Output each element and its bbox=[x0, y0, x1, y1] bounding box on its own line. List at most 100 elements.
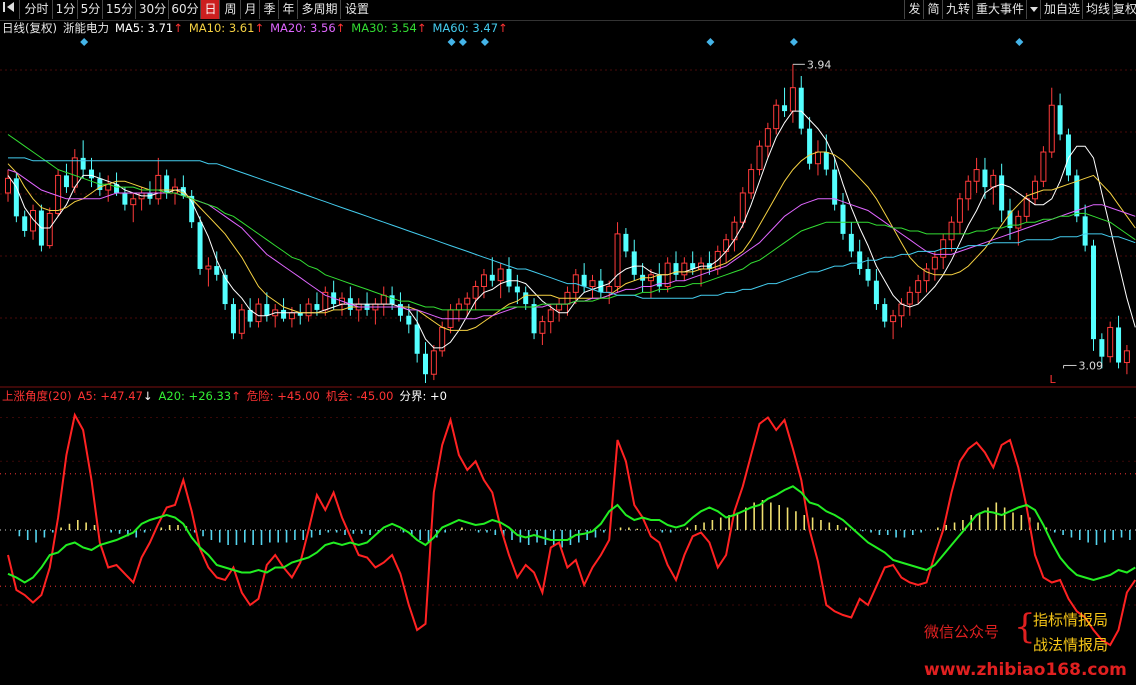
candle-body bbox=[589, 280, 596, 288]
jian-button[interactable]: 简 bbox=[923, 0, 943, 19]
candle-body bbox=[489, 274, 495, 281]
a20-arrow: ↑ bbox=[231, 389, 241, 403]
candle-body bbox=[255, 303, 262, 323]
fuquan-button[interactable]: 复权 bbox=[1112, 0, 1136, 19]
candle-body bbox=[999, 175, 1005, 211]
tab-day[interactable]: 日 bbox=[200, 0, 220, 19]
tab-multi-period[interactable]: 多周期 bbox=[297, 0, 341, 19]
candle-body bbox=[931, 256, 938, 270]
candle-body bbox=[80, 157, 86, 170]
candle-body bbox=[982, 169, 988, 188]
candle-body bbox=[623, 233, 629, 252]
candle-body bbox=[631, 251, 637, 275]
sub-indicator-bar: 上涨角度(20) A5: +47.47↓ A20: +26.33↑ 危险: +45.0… bbox=[2, 389, 447, 404]
a5-value: A5: +47.47 bbox=[77, 389, 143, 403]
candle-body bbox=[414, 324, 420, 354]
a20-value: A20: +26.33 bbox=[158, 389, 232, 403]
period-label: 日线(复权) bbox=[2, 21, 57, 35]
candle-body bbox=[1099, 339, 1105, 357]
candle-body bbox=[857, 251, 863, 269]
candle-body bbox=[197, 222, 203, 269]
candle-body bbox=[556, 303, 563, 311]
candle-body bbox=[423, 353, 428, 375]
tab-1min[interactable]: 1分 bbox=[52, 0, 78, 19]
candle-body bbox=[656, 274, 662, 287]
candle-body bbox=[547, 309, 554, 323]
add-watchlist-button[interactable]: 加自选 bbox=[1040, 0, 1083, 19]
divider-value: 分界: +0 bbox=[399, 389, 447, 403]
tab-year[interactable]: 年 bbox=[278, 0, 298, 19]
jiuzhuan-button[interactable]: 九转 bbox=[942, 0, 973, 19]
candle-body bbox=[798, 87, 804, 129]
candle-body bbox=[380, 294, 387, 305]
candle-body bbox=[281, 309, 287, 319]
ma60-arrow: ↑ bbox=[498, 21, 508, 35]
candle-body bbox=[756, 145, 763, 171]
candle-body bbox=[71, 157, 78, 188]
stock-name: 浙能电力 bbox=[62, 21, 109, 35]
candle-body bbox=[848, 233, 854, 252]
ma5-value: MA5: 3.71 bbox=[114, 21, 174, 35]
signal-diamond-icon bbox=[458, 38, 467, 46]
watermark-wechat: 微信公众号 bbox=[924, 623, 1000, 641]
dropdown-arrow-icon[interactable] bbox=[1026, 0, 1041, 19]
candle-body bbox=[480, 274, 487, 288]
candle-body bbox=[739, 192, 746, 223]
danger-value: 危险: +45.00 bbox=[246, 389, 320, 403]
ma20-value: MA20: 3.56 bbox=[270, 21, 336, 35]
candle-body bbox=[130, 198, 137, 206]
candle-body bbox=[430, 350, 437, 375]
candle-body bbox=[523, 292, 529, 305]
candle-body bbox=[1023, 198, 1030, 217]
watermark-line2: 战法情报局 bbox=[1033, 636, 1109, 654]
candle-body bbox=[230, 304, 236, 334]
ma60-value: MA60: 3.47 bbox=[432, 21, 499, 35]
candle-body bbox=[915, 280, 922, 293]
candle-body bbox=[956, 198, 963, 223]
candle-body bbox=[288, 312, 295, 320]
ma5-arrow: ↑ bbox=[173, 21, 183, 35]
candle-body bbox=[497, 268, 504, 282]
candle-body bbox=[406, 315, 412, 325]
candle-body bbox=[990, 174, 997, 188]
candle-body bbox=[948, 221, 955, 241]
candle-body bbox=[606, 286, 613, 293]
candle-body bbox=[614, 233, 621, 288]
tab-60min[interactable]: 60分 bbox=[168, 0, 201, 19]
tab-15min[interactable]: 15分 bbox=[102, 0, 136, 19]
tab-month[interactable]: 月 bbox=[240, 0, 260, 19]
ma10-value: MA10: 3.61 bbox=[188, 21, 255, 35]
candle-body bbox=[973, 169, 980, 182]
opportunity-value: 机会: -45.00 bbox=[325, 389, 394, 403]
settings-button[interactable]: 设置 bbox=[340, 0, 373, 19]
tab-week[interactable]: 周 bbox=[219, 0, 241, 19]
chart-canvas[interactable]: 3.94 3.09 L bbox=[0, 0, 1136, 685]
candle-body bbox=[531, 304, 537, 334]
candle-body bbox=[389, 295, 395, 305]
candle-body bbox=[1032, 180, 1039, 200]
candle-body bbox=[840, 204, 846, 234]
candle-body bbox=[1116, 327, 1122, 363]
major-events-button[interactable]: 重大事件 bbox=[972, 0, 1027, 19]
candle-body bbox=[890, 315, 897, 323]
tab-5min[interactable]: 5分 bbox=[77, 0, 103, 19]
candle-body bbox=[55, 174, 62, 214]
signal-diamond-icon bbox=[80, 38, 89, 46]
tab-30min[interactable]: 30分 bbox=[135, 0, 169, 19]
ma20-arrow: ↑ bbox=[335, 21, 346, 35]
candle-body bbox=[214, 266, 220, 275]
candle-body bbox=[873, 280, 879, 305]
ma-button[interactable]: 均线 bbox=[1082, 0, 1113, 19]
candle-body bbox=[238, 309, 245, 334]
candle-body bbox=[898, 303, 905, 317]
candle-body bbox=[764, 128, 771, 147]
high-label: 3.94 bbox=[807, 58, 832, 71]
period-toolbar: 分时 1分 5分 15分 30分 60分 日 周 月 季 年 多周期 设置 发 … bbox=[0, 0, 1136, 21]
tab-fenshi[interactable]: 分时 bbox=[19, 0, 53, 19]
fa-button[interactable]: 发 bbox=[904, 0, 924, 19]
panel-toggle-icon[interactable] bbox=[0, 0, 18, 19]
candle-body bbox=[1048, 104, 1055, 153]
candle-body bbox=[807, 128, 813, 164]
ma5-line bbox=[7, 110, 1136, 349]
tab-season[interactable]: 季 bbox=[259, 0, 279, 19]
